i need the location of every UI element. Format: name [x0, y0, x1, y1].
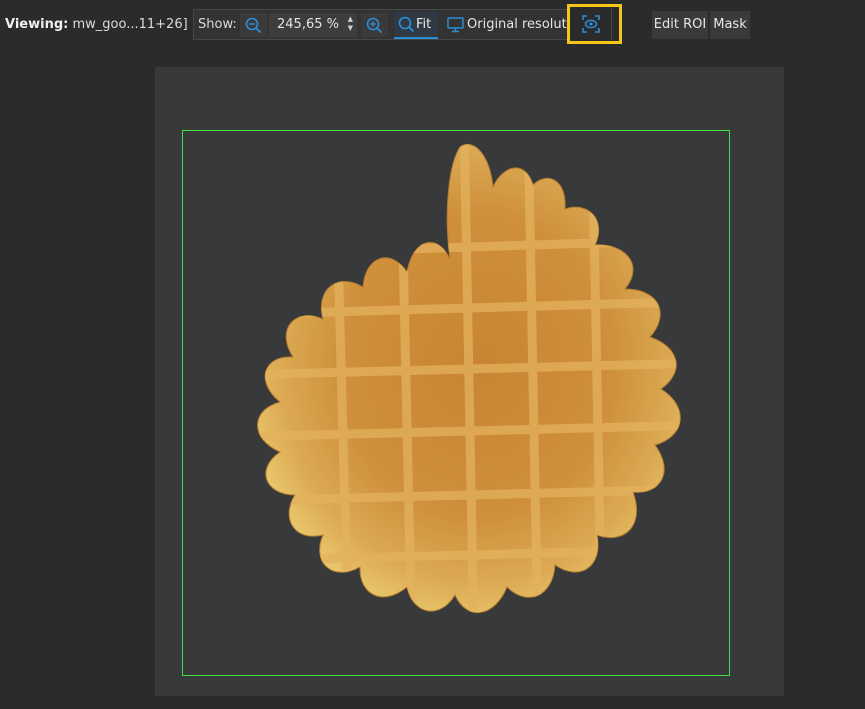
edit-roi-button[interactable]: Edit ROI — [652, 11, 708, 39]
image-viewer[interactable] — [155, 67, 784, 696]
viewing-label: Viewing: — [5, 17, 69, 32]
zoom-level-value: 245,65 % — [277, 17, 339, 32]
roi-rectangle[interactable] — [182, 130, 730, 676]
original-resolution-button[interactable]: Original resolution — [446, 12, 587, 39]
roi-view-button[interactable] — [567, 4, 622, 44]
zoom-spinner[interactable]: ▲ ▼ — [348, 15, 353, 33]
monitor-icon — [447, 17, 464, 33]
zoom-in-icon — [366, 17, 383, 33]
zoom-in-button[interactable] — [361, 13, 388, 37]
mask-button[interactable]: Mask — [710, 11, 750, 39]
spin-down-icon[interactable]: ▼ — [348, 24, 353, 33]
zoom-out-icon — [245, 17, 262, 33]
file-name: mw_goo...11+26] — [72, 17, 188, 32]
show-controls: Show: 245,65 % ▲ ▼ Fit Original resoluti… — [193, 9, 610, 40]
viewing-indicator: Viewing: mw_goo...11+26] — [5, 17, 188, 32]
zoom-level-input[interactable]: 245,65 % ▲ ▼ — [269, 13, 357, 37]
spin-up-icon[interactable]: ▲ — [348, 15, 353, 24]
show-label: Show: — [198, 17, 237, 32]
fit-icon — [398, 16, 415, 33]
zoom-out-button[interactable] — [240, 13, 267, 37]
fit-label: Fit — [416, 17, 432, 32]
roi-view-button-inner — [570, 7, 612, 41]
roi-view-icon — [581, 15, 600, 33]
fit-button[interactable]: Fit — [394, 12, 438, 39]
viewer-toolbar: Viewing: mw_goo...11+26] Show: 245,65 % … — [0, 0, 865, 50]
